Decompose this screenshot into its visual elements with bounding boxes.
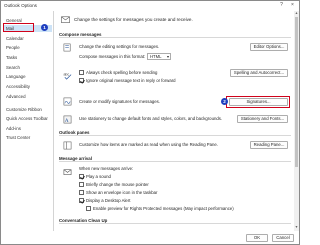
sidebar: General Mail Calendar People Tasks Searc… <box>2 11 54 231</box>
sidebar-item-add-ins[interactable]: Add-ins <box>6 125 52 132</box>
envelope-icon-label: Show an envelope icon in the taskbar <box>86 190 158 195</box>
signature-icon <box>63 97 72 106</box>
mail-options-panel: Change the settings for messages you cre… <box>55 11 295 231</box>
sidebar-item-language[interactable]: Language <box>6 73 52 80</box>
sidebar-item-tasks[interactable]: Tasks <box>6 54 52 61</box>
rights-protected-label: Enable preview for Rights Protected mess… <box>93 206 234 211</box>
sidebar-item-accessibility[interactable]: Accessibility <box>6 83 52 90</box>
sidebar-item-quick-access-toolbar[interactable]: Quick Access Toolbar <box>6 115 52 122</box>
desktop-alert-label: Display a Desktop Alert <box>86 198 131 203</box>
sidebar-item-advanced[interactable]: Advanced <box>6 93 52 100</box>
close-button[interactable]: × <box>288 2 297 9</box>
reading-pane-icon <box>63 141 72 150</box>
spelling-autocorrect-button[interactable]: Spelling and Autocorrect... <box>230 69 288 77</box>
window-title: Outlook Options <box>4 3 37 8</box>
cancel-button[interactable]: Cancel <box>272 234 294 242</box>
scroll-up-icon[interactable]: ▲ <box>294 11 299 16</box>
editor-icon <box>63 43 71 52</box>
ok-button[interactable]: OK <box>246 234 268 242</box>
message-arrival-icon <box>63 169 72 175</box>
sidebar-item-trust-center[interactable]: Trust Center <box>6 134 52 141</box>
help-button[interactable]: ? <box>277 2 286 9</box>
stationery-icon: A <box>63 115 72 124</box>
new-messages-label: When new messages arrive: <box>79 166 134 171</box>
message-arrival-section-title: Message arrival <box>59 156 291 162</box>
chevron-down-icon: ▾ <box>166 54 169 59</box>
desktop-alert-checkbox[interactable] <box>79 198 84 203</box>
spelling-icon: abc <box>63 73 72 80</box>
play-sound-label: Play a sound <box>86 174 111 179</box>
step-1-badge: 1 <box>41 24 48 31</box>
ignore-original-text-checkbox[interactable] <box>79 78 84 83</box>
panel-description: Change the settings for messages you cre… <box>74 17 193 22</box>
reading-pane-text: Customize how items are marked as read w… <box>79 142 219 147</box>
sidebar-item-calendar[interactable]: Calendar <box>6 35 52 42</box>
mail-envelope-icon <box>61 16 70 23</box>
signatures-highlight-box <box>226 96 290 108</box>
scrollbar-thumb[interactable] <box>295 17 298 167</box>
ignore-original-text-label: Ignore original message text in reply or… <box>86 78 176 83</box>
compose-format-label: Compose messages in this format: <box>79 54 146 59</box>
compose-format-select[interactable]: HTML ▾ <box>147 53 171 60</box>
change-pointer-checkbox[interactable] <box>79 182 84 187</box>
editor-options-button[interactable]: Editor Options... <box>250 43 288 51</box>
stationery-fonts-button[interactable]: Stationery and Fonts... <box>237 115 288 123</box>
compose-messages-section-title: Compose messages <box>59 32 291 38</box>
stationery-text: Use stationery to change default fonts a… <box>79 116 223 121</box>
compose-format-value: HTML <box>150 54 162 59</box>
vertical-scrollbar[interactable]: ▲ ▼ <box>294 11 299 231</box>
outlook-options-window: Outlook Options ? × General Mail Calenda… <box>0 0 300 245</box>
sidebar-item-search[interactable]: Search <box>6 64 52 71</box>
conversation-cleanup-section-title: Conversation Clean Up <box>59 218 291 224</box>
sidebar-item-customize-ribbon[interactable]: Customize Ribbon <box>6 106 52 113</box>
always-check-spelling-label: Always check spelling before sending <box>86 70 158 75</box>
panel-header: Change the settings for messages you cre… <box>61 15 291 25</box>
svg-text:A: A <box>65 118 69 124</box>
svg-text:abc: abc <box>63 73 69 77</box>
reading-pane-button[interactable]: Reading Pane... <box>250 141 288 149</box>
rights-protected-checkbox[interactable] <box>86 206 91 211</box>
title-bar: Outlook Options ? × <box>1 1 299 10</box>
mail-highlight-box <box>3 23 34 32</box>
always-check-spelling-checkbox[interactable] <box>79 70 84 75</box>
envelope-icon-checkbox[interactable] <box>79 190 84 195</box>
sidebar-item-people[interactable]: People <box>6 44 52 51</box>
change-pointer-label: Briefly change the mouse pointer <box>86 182 149 187</box>
play-sound-checkbox[interactable] <box>79 174 84 179</box>
editing-settings-text: Change the editing settings for messages… <box>79 44 160 49</box>
scroll-down-icon[interactable]: ▼ <box>294 225 299 230</box>
dialog-footer: OK Cancel <box>1 231 299 245</box>
step-2-badge: 2 <box>221 98 228 105</box>
outlook-panes-section-title: Outlook panes <box>59 130 291 136</box>
signatures-text: Create or modify signatures for messages… <box>79 99 160 104</box>
